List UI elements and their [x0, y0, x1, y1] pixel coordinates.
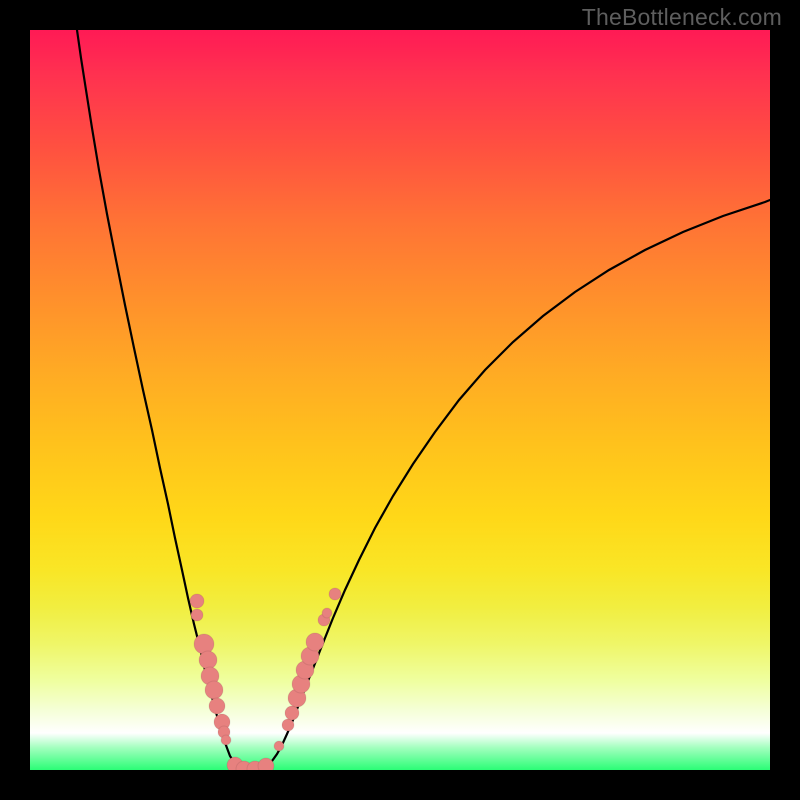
plot-area	[30, 30, 770, 770]
chart-frame: TheBottleneck.com	[0, 0, 800, 800]
plot-svg	[30, 30, 770, 770]
bottleneck-curve	[77, 30, 770, 770]
watermark-text: TheBottleneck.com	[582, 4, 782, 31]
data-markers	[190, 588, 341, 770]
